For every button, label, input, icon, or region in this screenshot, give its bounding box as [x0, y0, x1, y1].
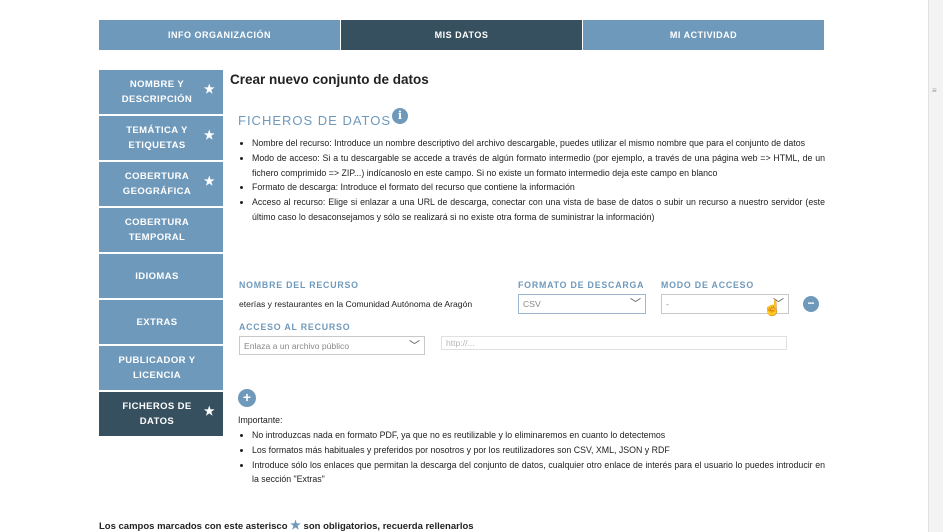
- acceso-recurso-select[interactable]: Enlaza a un archivo público ﹀: [239, 336, 425, 355]
- add-resource-button[interactable]: +: [238, 389, 256, 407]
- sidebar-item-publicador-licencia[interactable]: PUBLICADOR Y LICENCIA: [99, 346, 223, 390]
- sidebar-item-label: PUBLICADOR Y LICENCIA: [118, 355, 196, 381]
- sidebar-item-tematica-etiquetas[interactable]: TEMÁTICA Y ETIQUETAS ★: [99, 116, 223, 160]
- list-item: Modo de acceso: Si a tu descargable se a…: [252, 151, 825, 181]
- list-item: Acceso al recurso: Elige si enlazar a un…: [252, 195, 825, 225]
- sidebar-item-label: NOMBRE Y DESCRIPCIÓN: [121, 79, 193, 105]
- url-input[interactable]: http://...: [441, 336, 787, 350]
- sidebar-item-extras[interactable]: EXTRAS: [99, 300, 223, 344]
- hand-cursor-icon: ☝: [763, 300, 782, 317]
- modo-acceso-label: MODO DE ACCESO: [661, 280, 754, 290]
- formato-descarga-select[interactable]: CSV ﹀: [518, 294, 646, 314]
- sidebar-item-idiomas[interactable]: IDIOMAS: [99, 254, 223, 298]
- list-item: Introduce sólo los enlaces que permitan …: [252, 458, 825, 488]
- nombre-recurso-input[interactable]: eterías y restaurantes en la Comunidad A…: [236, 294, 506, 314]
- page-scrollbar[interactable]: ≡: [928, 0, 943, 532]
- sidebar-item-label: IDIOMAS: [135, 270, 179, 282]
- list-item: Formato de descarga: Introduce el format…: [252, 180, 825, 195]
- list-item: Nombre del recurso: Introduce un nombre …: [252, 136, 825, 151]
- remove-resource-button[interactable]: −: [803, 296, 819, 312]
- chevron-down-icon: ﹀: [630, 298, 641, 310]
- acceso-recurso-label: ACCESO AL RECURSO: [239, 322, 351, 332]
- required-star-icon: ★: [203, 404, 215, 418]
- required-star-icon: ★: [203, 128, 215, 142]
- section-title: FICHEROS DE DATOS *: [238, 110, 403, 128]
- important-list: No introduzcas nada en formato PDF, ya q…: [238, 428, 825, 487]
- page-title: Crear nuevo conjunto de datos: [230, 72, 429, 87]
- tab-mi-actividad[interactable]: MI ACTIVIDAD: [583, 20, 824, 50]
- sidebar-item-cobertura-temporal[interactable]: COBERTURA TEMPORAL: [99, 208, 223, 252]
- sidebar-item-label: EXTRAS: [136, 316, 178, 328]
- sidebar: NOMBRE Y DESCRIPCIÓN ★ TEMÁTICA Y ETIQUETA…: [99, 70, 223, 438]
- info-icon[interactable]: i: [392, 108, 408, 124]
- required-star-icon: ★: [290, 518, 301, 532]
- sidebar-item-label: TEMÁTICA Y ETIQUETAS: [126, 125, 188, 151]
- scrollbar-grip-icon[interactable]: ≡: [932, 87, 938, 95]
- sidebar-item-ficheros-datos[interactable]: FICHEROS DE DATOS ★: [99, 392, 223, 436]
- sidebar-item-nombre-descripcion[interactable]: NOMBRE Y DESCRIPCIÓN ★: [99, 70, 223, 114]
- list-item: Los formatos más habituales y preferidos…: [252, 443, 825, 458]
- required-star-icon: ★: [203, 82, 215, 96]
- sidebar-item-label: COBERTURA GEOGRÁFICA: [122, 171, 192, 197]
- nombre-recurso-label: NOMBRE DEL RECURSO: [239, 280, 359, 290]
- top-navigation: INFO ORGANIZACIÓN MIS DATOS MI ACTIVIDAD: [99, 20, 824, 50]
- list-item: No introduzcas nada en formato PDF, ya q…: [252, 428, 825, 443]
- sidebar-item-label: FICHEROS DE DATOS: [122, 401, 192, 427]
- help-list: Nombre del recurso: Introduce un nombre …: [238, 136, 825, 225]
- required-fields-note: Los campos marcados con este asterisco ★…: [99, 518, 474, 532]
- sidebar-item-cobertura-geografica[interactable]: COBERTURA GEOGRÁFICA ★: [99, 162, 223, 206]
- required-star-icon: ★: [203, 174, 215, 188]
- formato-descarga-label: FORMATO DE DESCARGA: [518, 280, 645, 290]
- chevron-down-icon: ﹀: [409, 340, 420, 352]
- tab-mis-datos[interactable]: MIS DATOS: [341, 20, 582, 50]
- tab-info-organizacion[interactable]: INFO ORGANIZACIÓN: [99, 20, 340, 50]
- sidebar-item-label: COBERTURA TEMPORAL: [124, 217, 190, 243]
- important-heading: Importante:: [238, 415, 283, 425]
